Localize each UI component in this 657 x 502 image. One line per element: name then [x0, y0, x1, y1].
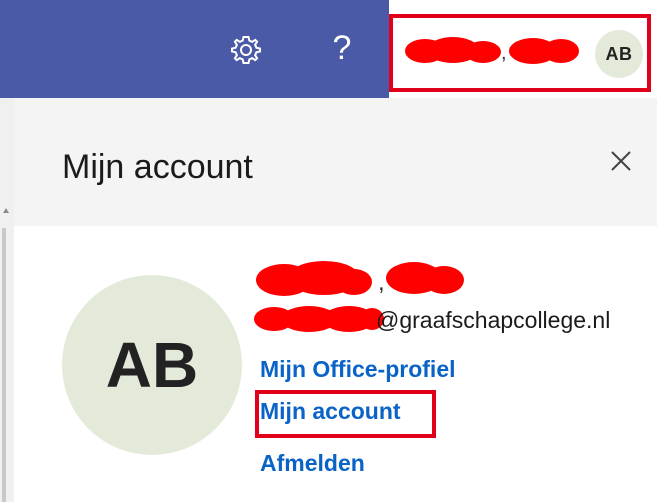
settings-button[interactable]: [229, 33, 263, 67]
user-name-separator: ,: [501, 42, 507, 64]
avatar-large: AB: [62, 275, 242, 455]
redacted-email-user: [254, 306, 384, 332]
close-icon: [611, 151, 631, 171]
gear-icon: [231, 36, 261, 64]
panel-title: Mijn account: [62, 148, 253, 186]
redacted-full-name: ,: [256, 261, 464, 296]
scrollbar[interactable]: [0, 98, 14, 502]
avatar-small-initials: AB: [605, 43, 633, 64]
help-label: ?: [332, 29, 352, 67]
redacted-user-name: ,: [405, 37, 579, 64]
email-address: @graafschapcollege.nl: [376, 307, 611, 333]
panel-header: Mijn account: [14, 98, 657, 226]
account-panel: Mijn account AB , @graafschapcollege.nl …: [14, 98, 657, 502]
avatar-large-initials: AB: [105, 329, 199, 401]
scrollbar-thumb[interactable]: [2, 228, 6, 502]
account-manager-button[interactable]: , AB: [389, 14, 651, 92]
name-separator: ,: [378, 269, 385, 296]
sign-out-link[interactable]: Afmelden: [260, 450, 365, 477]
account-link-highlight: [255, 390, 436, 438]
office-profile-link[interactable]: Mijn Office-profiel: [260, 356, 456, 383]
top-bar: ? , AB: [0, 0, 657, 98]
avatar-small: AB: [595, 30, 643, 78]
help-button[interactable]: ?: [327, 25, 357, 71]
email-row: @graafschapcollege.nl: [254, 303, 654, 335]
scroll-up-arrow-icon[interactable]: [3, 208, 9, 213]
close-button[interactable]: [608, 148, 634, 174]
